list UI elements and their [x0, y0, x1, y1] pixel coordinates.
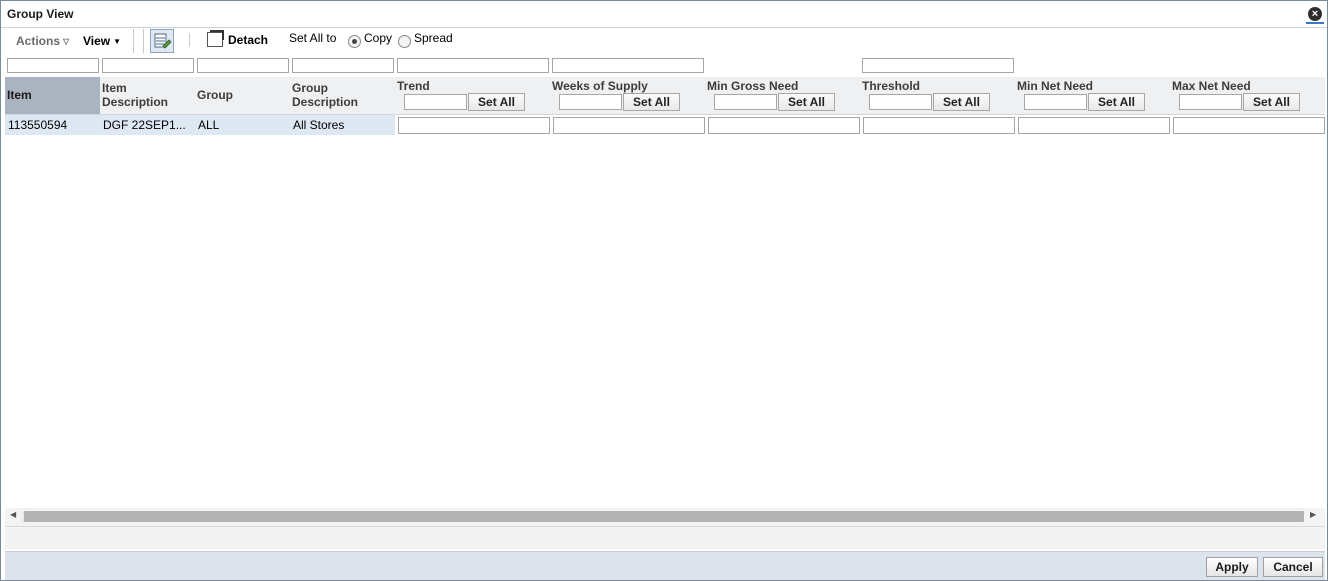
close-underline [1306, 22, 1324, 24]
toolbar-separator [143, 29, 144, 53]
column-label: Item Description [102, 81, 169, 109]
threshold-set-all-input[interactable] [869, 94, 932, 110]
column-label: Max Net Need [1172, 79, 1251, 93]
cell-input-min-net-need[interactable] [1018, 117, 1170, 134]
actions-label: Actions [16, 34, 61, 48]
min-gross-need-set-all-button[interactable]: Set All [778, 93, 835, 111]
cancel-button[interactable]: Cancel [1263, 557, 1323, 577]
weeks-of-supply-set-all-button[interactable]: Set All [623, 93, 680, 111]
dialog-footer: Apply Cancel [5, 551, 1325, 580]
detach-icon [207, 30, 224, 47]
cell-input-weeks-of-supply[interactable] [553, 117, 705, 134]
horizontal-scrollbar[interactable]: ◀ ▶ [5, 508, 1325, 526]
cell-input-trend[interactable] [398, 117, 550, 134]
scrollbar-track[interactable] [22, 511, 1304, 522]
column-header-trend[interactable]: Trend Set All [395, 77, 550, 114]
min-gross-need-set-all-input[interactable] [714, 94, 777, 110]
filter-input-item[interactable] [7, 58, 99, 73]
toolbar: Actions ▽ View ▼ Detach Set All to Copy Sp… [5, 29, 1325, 55]
apply-button[interactable]: Apply [1206, 557, 1258, 577]
column-header-max-net-need[interactable]: Max Net Need Set All [1170, 77, 1325, 114]
cell-group: ALL [195, 115, 290, 135]
cell-input-threshold[interactable] [863, 117, 1015, 134]
column-label: Trend [397, 79, 430, 93]
filter-input-threshold[interactable] [862, 58, 1014, 73]
edit-grid-icon [154, 33, 172, 49]
close-icon[interactable]: × [1308, 7, 1322, 21]
filter-row [5, 57, 1325, 77]
scrollbar-thumb[interactable] [24, 511, 1304, 522]
radio-copy-label: Copy [364, 31, 393, 45]
window-title: Group View [7, 7, 74, 21]
column-header-min-net-need[interactable]: Min Net Need Set All [1015, 77, 1170, 114]
weeks-of-supply-set-all-input[interactable] [559, 94, 622, 110]
cell-group-description: All Stores [290, 115, 395, 135]
max-net-need-set-all-button[interactable]: Set All [1243, 93, 1300, 111]
min-net-need-set-all-button[interactable]: Set All [1088, 93, 1145, 111]
chevron-down-icon: ▼ [113, 37, 122, 46]
table-row[interactable]: 113550594 DGF 22SEP1... ALL All Stores [5, 115, 1325, 135]
column-header-group-description[interactable]: Group Description [290, 77, 395, 114]
column-label: Item [7, 88, 32, 102]
column-header-min-gross-need[interactable]: Min Gross Need Set All [705, 77, 860, 114]
trend-set-all-button[interactable]: Set All [468, 93, 525, 111]
column-label: Group Description [292, 81, 359, 109]
view-menu[interactable]: View ▼ [83, 34, 121, 48]
actions-menu[interactable]: Actions ▽ [16, 34, 69, 48]
radio-spread[interactable] [398, 35, 411, 48]
detach-label: Detach [228, 32, 269, 47]
column-header-item-description[interactable]: Item Description [100, 77, 195, 114]
column-label: Min Gross Need [707, 79, 799, 93]
toolbar-separator [133, 29, 134, 53]
chevron-down-icon: ▽ [63, 37, 70, 46]
cell-input-max-net-need[interactable] [1173, 117, 1325, 134]
column-header-item[interactable]: Item [5, 77, 100, 114]
toolbar-separator [189, 33, 190, 47]
group-view-window: Group View × Actions ▽ View ▼ Detach Set A… [0, 0, 1328, 581]
edit-grid-button[interactable] [150, 29, 174, 53]
min-net-need-set-all-input[interactable] [1024, 94, 1087, 110]
cell-item-description: DGF 22SEP1... [100, 115, 195, 135]
filter-input-group-description[interactable] [292, 58, 394, 73]
scroll-right-icon[interactable]: ▶ [1310, 510, 1316, 519]
scroll-left-icon[interactable]: ◀ [10, 510, 16, 519]
threshold-set-all-button[interactable]: Set All [933, 93, 990, 111]
grid-footer [5, 526, 1325, 549]
view-label: View [83, 34, 111, 48]
detach-button[interactable]: Detach [207, 30, 269, 47]
grid-header: Item Item Description Group Group Descri… [5, 77, 1325, 115]
column-label: Weeks of Supply [552, 79, 648, 93]
filter-input-item-description[interactable] [102, 58, 194, 73]
filter-input-group[interactable] [197, 58, 289, 73]
trend-set-all-input[interactable] [404, 94, 467, 110]
column-label: Threshold [862, 79, 921, 93]
set-all-to-label: Set All to [289, 31, 337, 45]
column-header-threshold[interactable]: Threshold Set All [860, 77, 1015, 114]
filter-input-trend[interactable] [397, 58, 549, 73]
cell-item: 113550594 [5, 115, 100, 135]
cell-input-min-gross-need[interactable] [708, 117, 860, 134]
title-bar: Group View × [1, 1, 1327, 28]
column-header-group[interactable]: Group [195, 77, 290, 114]
column-label: Group [197, 88, 233, 102]
radio-copy[interactable] [348, 35, 361, 48]
column-label: Min Net Need [1017, 79, 1094, 93]
column-header-weeks-of-supply[interactable]: Weeks of Supply Set All [550, 77, 705, 114]
radio-spread-label: Spread [414, 31, 453, 45]
max-net-need-set-all-input[interactable] [1179, 94, 1242, 110]
filter-input-weeks-of-supply[interactable] [552, 58, 704, 73]
